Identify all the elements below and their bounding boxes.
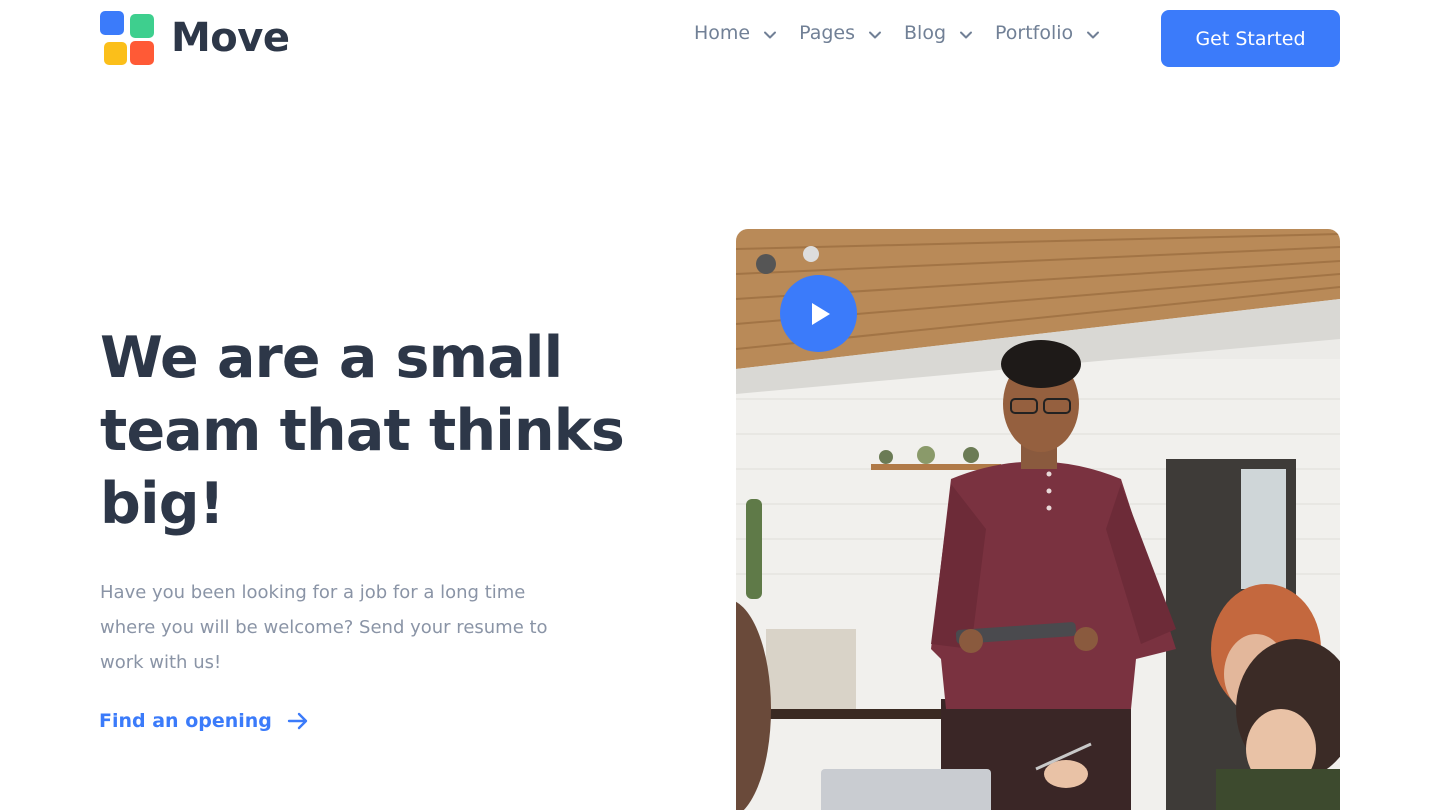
nav-item-label: Home bbox=[694, 22, 751, 44]
logo-square-blue bbox=[100, 11, 124, 35]
nav-item-pages[interactable]: Pages bbox=[799, 22, 883, 44]
main-nav: Home Pages Blog Portfolio bbox=[694, 22, 1122, 44]
chevron-down-icon bbox=[958, 27, 974, 43]
nav-item-label: Pages bbox=[799, 22, 856, 44]
chevron-down-icon bbox=[1085, 27, 1101, 43]
logo-square-green bbox=[130, 14, 154, 38]
nav-item-label: Blog bbox=[904, 22, 947, 44]
logo-icon bbox=[100, 11, 154, 65]
nav-item-home[interactable]: Home bbox=[694, 22, 778, 44]
find-opening-link[interactable]: Find an opening bbox=[99, 709, 310, 733]
site-header: Move Home Pages Blog Portfolio Get Start… bbox=[0, 0, 1440, 80]
nav-item-blog[interactable]: Blog bbox=[904, 22, 974, 44]
hero-description: Have you been looking for a job for a lo… bbox=[100, 582, 548, 673]
play-icon bbox=[812, 302, 830, 325]
brand-logo[interactable]: Move bbox=[100, 11, 290, 65]
nav-item-portfolio[interactable]: Portfolio bbox=[995, 22, 1101, 44]
hero-title: We are a small team that thinks big! bbox=[100, 325, 625, 537]
get-started-button[interactable]: Get Started bbox=[1161, 10, 1340, 67]
logo-square-red bbox=[130, 41, 154, 65]
brand-name: Move bbox=[171, 15, 290, 61]
chevron-down-icon bbox=[762, 27, 778, 43]
play-video-button[interactable] bbox=[780, 275, 857, 352]
logo-square-yellow bbox=[104, 42, 127, 65]
nav-item-label: Portfolio bbox=[995, 22, 1074, 44]
find-opening-label: Find an opening bbox=[99, 710, 272, 732]
chevron-down-icon bbox=[867, 27, 883, 43]
arrow-right-icon bbox=[286, 709, 310, 733]
